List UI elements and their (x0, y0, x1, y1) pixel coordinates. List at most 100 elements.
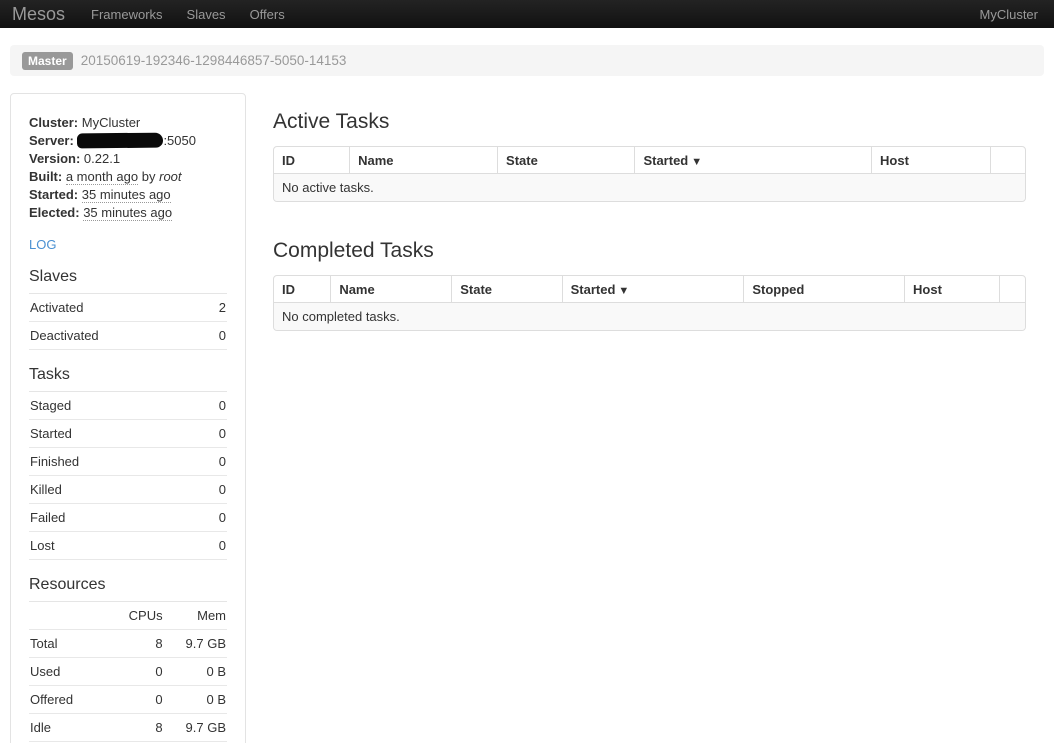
built-info-line: Built: a month ago by root (29, 168, 227, 186)
completed-tasks-table: ID Name State Started▼ Stopped Host No c… (273, 275, 1026, 331)
tasks-started-value: 0 (197, 420, 227, 448)
started-info-line: Started: 35 minutes ago (29, 186, 227, 204)
tasks-staged-value: 0 (197, 392, 227, 420)
table-row: Finished 0 (29, 448, 227, 476)
column-label: Started (643, 153, 688, 168)
nav-offers[interactable]: Offers (238, 7, 297, 22)
version-info-line: Version: 0.22.1 (29, 150, 227, 168)
table-row: Lost 0 (29, 532, 227, 560)
nav-frameworks[interactable]: Frameworks (79, 7, 175, 22)
tasks-failed-value: 0 (197, 504, 227, 532)
tasks-failed-label: Failed (29, 504, 197, 532)
active-col-host[interactable]: Host (871, 147, 990, 173)
top-navbar: Mesos Frameworks Slaves Offers MyCluster (0, 0, 1054, 28)
column-label: ID (282, 282, 295, 297)
active-col-state[interactable]: State (497, 147, 634, 173)
resources-section-title: Resources (29, 576, 227, 602)
resources-idle-cpus: 8 (108, 714, 163, 742)
resources-offered-cpus: 0 (108, 686, 163, 714)
server-port: :5050 (163, 133, 196, 148)
completed-col-host[interactable]: Host (904, 276, 999, 302)
resources-offered-mem: 0 B (164, 686, 227, 714)
tasks-started-label: Started (29, 420, 197, 448)
completed-tasks-header-row: ID Name State Started▼ Stopped Host (274, 276, 1025, 302)
active-col-id[interactable]: ID (274, 147, 349, 173)
elected-time: 35 minutes ago (83, 205, 172, 221)
column-label: Name (358, 153, 393, 168)
completed-col-started[interactable]: Started▼ (562, 276, 744, 302)
started-label: Started: (29, 187, 78, 202)
elected-info-line: Elected: 35 minutes ago (29, 204, 227, 222)
resources-offered-label: Offered (29, 686, 108, 714)
column-label: Started (571, 282, 616, 297)
built-by-text: by (142, 169, 156, 184)
slaves-table: Activated 2 Deactivated 0 (29, 294, 227, 350)
completed-col-name[interactable]: Name (330, 276, 451, 302)
tasks-section-title: Tasks (29, 366, 227, 392)
tasks-killed-label: Killed (29, 476, 197, 504)
sort-desc-icon: ▼ (618, 285, 629, 297)
slaves-deactivated-value: 0 (204, 322, 227, 350)
master-badge: Master (22, 52, 73, 70)
completed-tasks-empty-row: No completed tasks. (274, 302, 1025, 330)
tasks-lost-label: Lost (29, 532, 197, 560)
table-row: Idle 8 9.7 GB (29, 714, 227, 742)
active-col-started[interactable]: Started▼ (634, 147, 871, 173)
column-label: ID (282, 153, 295, 168)
server-info-line: Server: :5050 (29, 132, 227, 150)
active-tasks-title: Active Tasks (273, 110, 1026, 134)
slaves-deactivated-label: Deactivated (29, 322, 204, 350)
completed-col-state[interactable]: State (451, 276, 561, 302)
slaves-activated-value: 2 (204, 294, 227, 322)
active-tasks-empty-row: No active tasks. (274, 173, 1025, 201)
tasks-killed-value: 0 (197, 476, 227, 504)
started-time: 35 minutes ago (82, 187, 171, 203)
completed-tasks-empty-message: No completed tasks. (274, 302, 1025, 330)
log-link[interactable]: LOG (29, 237, 56, 252)
server-label: Server: (29, 133, 74, 148)
tasks-table: Staged 0 Started 0 Finished 0 Killed 0 F… (29, 392, 227, 560)
column-label: Host (880, 153, 909, 168)
resources-total-cpus: 8 (108, 630, 163, 658)
nav-slaves[interactable]: Slaves (175, 7, 238, 22)
sort-desc-icon: ▼ (691, 156, 702, 168)
active-col-name[interactable]: Name (349, 147, 497, 173)
column-label: Stopped (752, 282, 804, 297)
completed-col-id[interactable]: ID (274, 276, 330, 302)
tasks-lost-value: 0 (197, 532, 227, 560)
built-time: a month ago (66, 169, 138, 185)
resources-corner-cell (29, 602, 108, 630)
table-row: Started 0 (29, 420, 227, 448)
brand-mesos[interactable]: Mesos (0, 4, 79, 25)
version-value: 0.22.1 (84, 151, 120, 166)
built-label: Built: (29, 169, 62, 184)
resources-total-mem: 9.7 GB (164, 630, 227, 658)
sidebar-panel: Cluster: MyCluster Server: :5050 Version… (10, 93, 246, 743)
cluster-value: MyCluster (82, 115, 141, 130)
table-row: Staged 0 (29, 392, 227, 420)
breadcrumb: Master 20150619-192346-1298446857-5050-1… (10, 45, 1044, 76)
resources-col-cpus: CPUs (108, 602, 163, 630)
table-row: Failed 0 (29, 504, 227, 532)
column-label: State (460, 282, 492, 297)
table-row: Total 8 9.7 GB (29, 630, 227, 658)
resources-table: CPUs Mem Total 8 9.7 GB Used 0 0 B Offer… (29, 602, 227, 742)
active-tasks-table: ID Name State Started▼ Host No active ta… (273, 146, 1026, 202)
column-label: Name (339, 282, 374, 297)
completed-col-blank (999, 276, 1025, 302)
table-row: Activated 2 (29, 294, 227, 322)
resources-used-cpus: 0 (108, 658, 163, 686)
built-user: root (159, 169, 181, 184)
completed-col-stopped[interactable]: Stopped (743, 276, 904, 302)
tasks-finished-label: Finished (29, 448, 197, 476)
slaves-section-title: Slaves (29, 268, 227, 294)
resources-used-mem: 0 B (164, 658, 227, 686)
table-row: CPUs Mem (29, 602, 227, 630)
resources-col-mem: Mem (164, 602, 227, 630)
active-tasks-empty-message: No active tasks. (274, 173, 1025, 201)
active-col-blank (990, 147, 1025, 173)
resources-total-label: Total (29, 630, 108, 658)
slaves-activated-label: Activated (29, 294, 204, 322)
column-label: Host (913, 282, 942, 297)
redacted-server-host (77, 133, 163, 149)
